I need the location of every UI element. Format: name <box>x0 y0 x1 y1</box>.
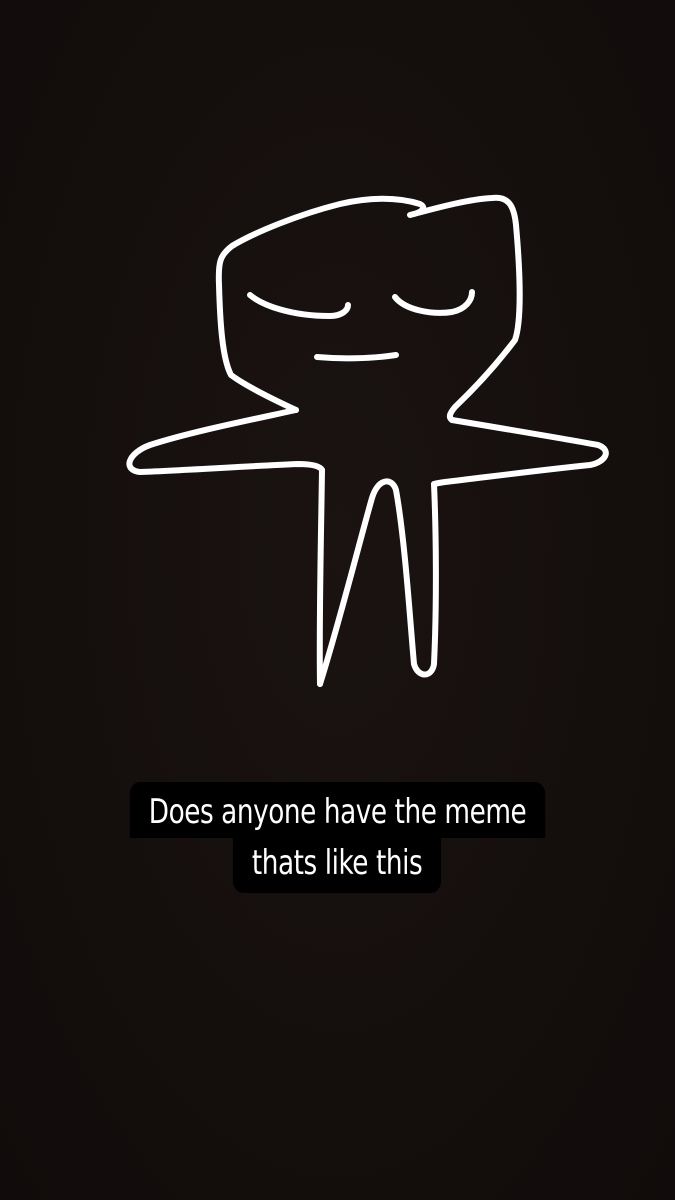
doodle-head <box>215 194 523 423</box>
story-canvas: Does anyone have the meme thats like thi… <box>0 0 675 1200</box>
story-caption: Does anyone have the meme thats like thi… <box>0 782 675 893</box>
doodle-inner-legs <box>317 478 439 687</box>
doodle-mouth <box>314 352 399 362</box>
caption-line-2: thats like this <box>233 837 442 893</box>
doodle-right-eye <box>392 289 475 316</box>
doodle-left-arm <box>126 407 325 475</box>
doodle-left-leg <box>316 467 325 687</box>
doodle-right-arm <box>431 417 609 487</box>
doodle-drawing <box>126 194 609 687</box>
caption-line-1: Does anyone have the meme <box>129 782 546 838</box>
doodle-left-eye <box>247 292 351 319</box>
